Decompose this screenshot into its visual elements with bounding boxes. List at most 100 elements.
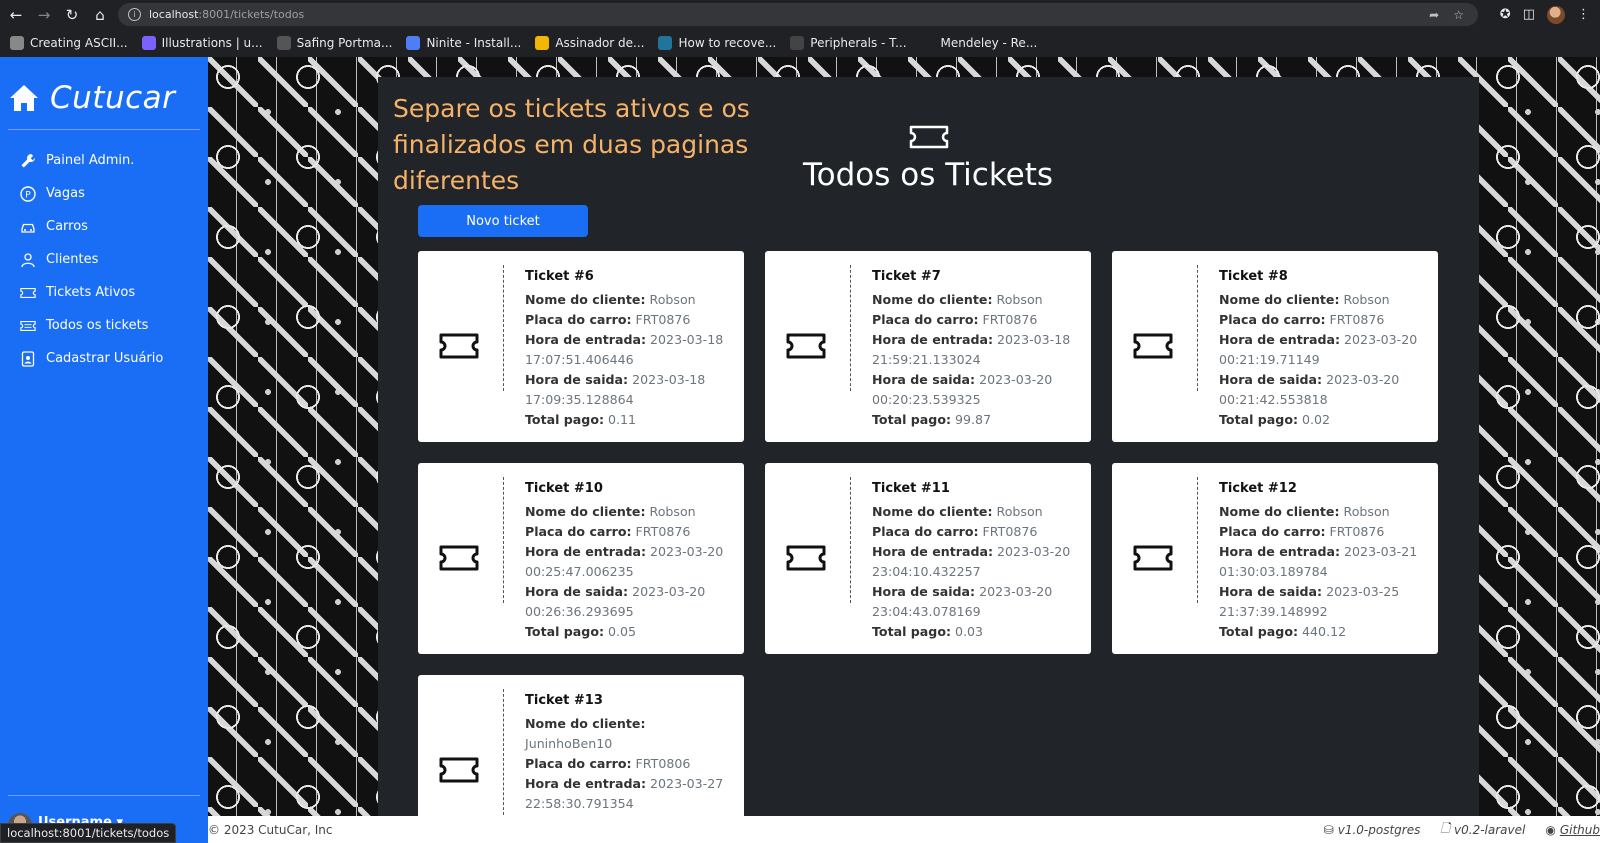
field-label: Nome do cliente: xyxy=(1219,292,1340,307)
ticket-card[interactable]: Ticket #8 Nome do cliente: Robson Placa do… xyxy=(1112,251,1438,442)
field-value: 0.05 xyxy=(608,624,637,639)
laravel-version-link[interactable]: 🗋 v0.2-laravel xyxy=(1440,819,1525,840)
field-label: Nome do cliente: xyxy=(872,504,993,519)
profile-avatar[interactable] xyxy=(1547,5,1565,24)
field-label: Hora de saida: xyxy=(1219,372,1323,387)
ticket-icon xyxy=(438,755,480,785)
extensions-icon[interactable]: ✪ xyxy=(1500,7,1511,22)
bookmark-label: Assinador de... xyxy=(555,36,645,50)
ticket-field-plate: Placa do carro: FRT0806 xyxy=(525,754,735,774)
ticket-grid: Ticket #6 Nome do cliente: Robson Placa do… xyxy=(418,251,1438,843)
sidebar-item-cadastrar-usu-rio[interactable]: Cadastrar Usuário xyxy=(0,342,208,375)
ticket-icon xyxy=(909,125,949,149)
card-divider xyxy=(1197,265,1198,391)
ticket-title: Ticket #6 xyxy=(525,269,594,284)
ticket-card[interactable]: Ticket #11 Nome do cliente: Robson Placa d… xyxy=(765,463,1091,654)
bookmark-label: Mendeley - Re... xyxy=(940,36,1038,50)
bookmark-label: Safing Portma... xyxy=(296,36,393,50)
ticket-card[interactable]: Ticket #7 Nome do cliente: Robson Placa do… xyxy=(765,251,1091,442)
field-label: Placa do carro: xyxy=(525,524,632,539)
field-value: FRT0806 xyxy=(635,756,691,771)
sidebar-item-painel-admin[interactable]: Painel Admin. xyxy=(0,144,208,177)
ticket-card[interactable]: Ticket #12 Nome do cliente: Robson Placa d… xyxy=(1112,463,1438,654)
bookmark-favicon-icon xyxy=(920,36,935,50)
field-value: 0.02 xyxy=(1302,412,1331,427)
sidebar-divider-bottom xyxy=(8,795,200,796)
ticket-field-total: Total pago: 99.87 xyxy=(872,410,1082,430)
ticket-details: Ticket #8 Nome do cliente: Robson Placa do… xyxy=(1219,267,1429,430)
new-ticket-button[interactable]: Novo ticket xyxy=(418,205,588,237)
ticket-details: Ticket #6 Nome do cliente: Robson Placa do… xyxy=(525,267,735,430)
ticket-details: Ticket #13 Nome do cliente: JuninhoBen10 P… xyxy=(525,691,735,834)
sidebar-item-label: Carros xyxy=(46,219,88,234)
ticket-field-client: Nome do cliente: JuninhoBen10 xyxy=(525,714,735,754)
field-label: Hora de entrada: xyxy=(872,544,994,559)
sidebar-item-todos-os-tickets[interactable]: Todos os tickets xyxy=(0,309,208,342)
bookmark-item[interactable]: How to recove... xyxy=(658,36,776,50)
field-label: Hora de entrada: xyxy=(1219,544,1341,559)
ticket-field-plate: Placa do carro: FRT0876 xyxy=(872,310,1082,330)
person-icon xyxy=(20,252,36,268)
db-version-link[interactable]: ⛁ v1.0-postgres xyxy=(1324,823,1421,837)
reload-icon[interactable]: ↻ xyxy=(60,3,84,27)
ticket-icon xyxy=(438,331,480,361)
ticket-field-plate: Placa do carro: FRT0876 xyxy=(1219,522,1429,542)
bookmark-item[interactable]: Peripherals - T... xyxy=(790,36,907,50)
bookmark-item[interactable]: Safing Portma... xyxy=(276,36,393,50)
bookmark-star-icon[interactable]: ☆ xyxy=(1453,8,1464,22)
ticket-field-entry: Hora de entrada: 2023-03-20 00:25:47.006… xyxy=(525,542,735,582)
house-icon xyxy=(10,85,38,111)
field-value: 99.87 xyxy=(955,412,992,427)
ticket-field-total: Total pago: 0.02 xyxy=(1219,410,1429,430)
field-label: Nome do cliente: xyxy=(872,292,993,307)
sidebar-item-label: Todos os tickets xyxy=(46,318,149,333)
bookmark-favicon-icon xyxy=(658,36,673,50)
bookmark-favicon-icon xyxy=(406,36,421,50)
ticket-field-plate: Placa do carro: FRT0876 xyxy=(872,522,1082,542)
side-panel-icon[interactable]: ◫ xyxy=(1523,7,1535,22)
field-label: Total pago: xyxy=(872,624,952,639)
field-label: Total pago: xyxy=(525,624,605,639)
bookmark-label: Illustrations | u... xyxy=(161,36,263,50)
sidebar-item-clientes[interactable]: Clientes xyxy=(0,243,208,276)
ticket-title: Ticket #10 xyxy=(525,481,603,496)
field-label: Hora de entrada: xyxy=(1219,332,1341,347)
ticket-list-icon xyxy=(20,318,36,334)
address-bar[interactable]: i localhost:8001/tickets/todos ➦ ☆ xyxy=(118,3,1478,26)
github-icon: ◉ xyxy=(1545,822,1556,837)
back-icon[interactable]: ← xyxy=(4,3,28,27)
bookmark-item[interactable]: Creating ASCII... xyxy=(10,36,128,50)
ticket-card[interactable]: Ticket #10 Nome do cliente: Robson Placa d… xyxy=(418,463,744,654)
brand-name: Cutucar xyxy=(50,80,176,116)
bookmarks-bar: Creating ASCII... Illustrations | u... Saf… xyxy=(0,29,1600,57)
footer: © 2023 CutuCar, Inc ⛁ v1.0-postgres 🗋 v0.2… xyxy=(208,816,1600,843)
menu-icon[interactable]: ⋮ xyxy=(1577,7,1590,22)
brand[interactable]: Cutucar xyxy=(0,57,208,123)
status-url-tooltip: localhost:8001/tickets/todos xyxy=(0,823,177,843)
github-link[interactable]: ◉ Github xyxy=(1545,823,1600,837)
bookmark-item[interactable]: Illustrations | u... xyxy=(141,36,263,50)
car-icon xyxy=(20,219,36,235)
person-badge-icon xyxy=(20,350,36,367)
bookmark-item[interactable]: Ninite - Install... xyxy=(406,36,521,50)
ticket-title: Ticket #11 xyxy=(872,481,950,496)
share-icon[interactable]: ➦ xyxy=(1429,8,1439,22)
forward-icon[interactable]: → xyxy=(32,3,56,27)
ticket-icon xyxy=(785,331,827,361)
ticket-field-exit: Hora de saida: 2023-03-25 21:37:39.14899… xyxy=(1219,582,1429,622)
card-divider xyxy=(503,689,504,815)
sidebar-item-tickets-ativos[interactable]: Tickets Ativos xyxy=(0,276,208,309)
bookmark-item[interactable]: Mendeley - Re... xyxy=(920,36,1038,50)
bookmark-label: Ninite - Install... xyxy=(426,36,522,50)
field-value: Robson xyxy=(649,504,696,519)
card-divider xyxy=(850,477,851,603)
home-icon[interactable]: ⌂ xyxy=(88,3,112,27)
bookmark-item[interactable]: Assinador de... xyxy=(535,36,644,50)
site-info-icon[interactable]: i xyxy=(128,8,141,21)
ticket-card[interactable]: Ticket #6 Nome do cliente: Robson Placa do… xyxy=(418,251,744,442)
ticket-icon xyxy=(1132,331,1174,361)
sidebar-item-vagas[interactable]: P Vagas xyxy=(0,177,208,210)
field-label: Hora de saida: xyxy=(872,372,976,387)
sidebar-item-carros[interactable]: Carros xyxy=(0,210,208,243)
ticket-field-entry: Hora de entrada: 2023-03-18 17:07:51.406… xyxy=(525,330,735,370)
